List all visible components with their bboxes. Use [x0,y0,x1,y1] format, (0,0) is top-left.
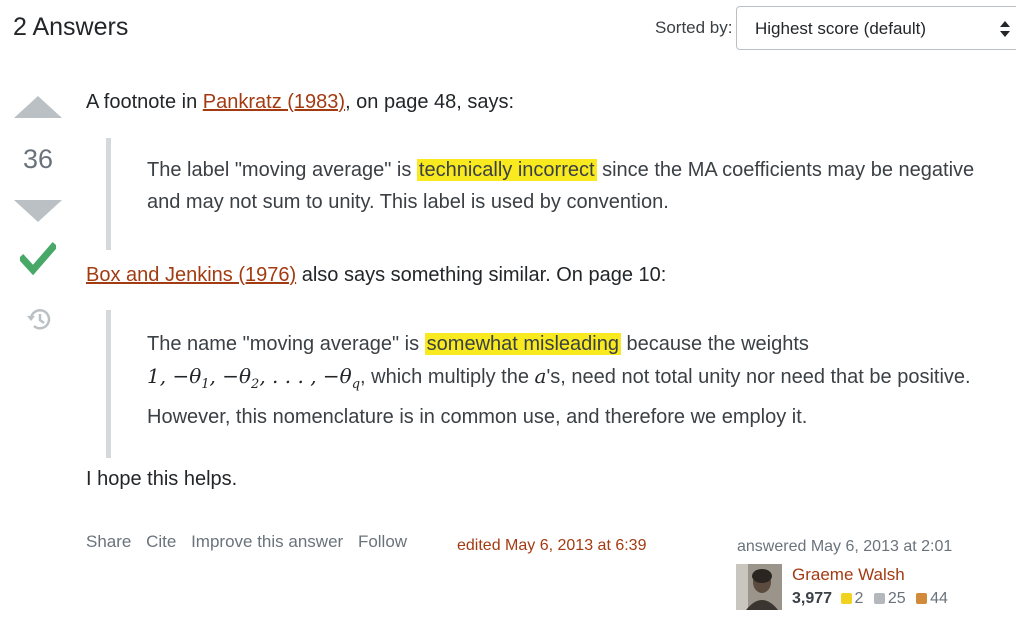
accepted-checkmark-icon [20,242,56,276]
follow-link[interactable]: Follow [358,532,407,551]
cite-link[interactable]: Cite [146,532,176,551]
paragraph-1: A footnote in Pankratz (1983), on page 4… [86,86,514,118]
gold-badge-icon [840,593,852,604]
highlight: somewhat misleading [424,333,621,355]
silver-badge-icon [873,593,885,604]
bronze-badge-icon [916,593,928,604]
quote-text: The label "moving average" is [147,159,417,181]
text: , on page 48, says: [345,91,515,113]
history-icon[interactable] [26,306,52,332]
quote-text: because the weights [621,333,809,355]
user-name-link[interactable]: Graeme Walsh [792,565,905,585]
math-part: 1, −θ [147,364,202,388]
text: A footnote in [86,91,203,113]
math-sub: q [351,377,361,392]
highlight: technically incorrect [416,159,597,181]
quote-text: The name "moving average" is [147,333,425,355]
math-part: , −θ [209,364,252,388]
sort-select[interactable]: Highest score (default) [736,6,1016,50]
silver-badge-count: 25 [887,590,906,607]
quote-text: , which multiply the [360,366,535,388]
vote-count: 36 [22,144,54,174]
bronze-badge-count: 44 [930,590,948,607]
user-stats: 3,977 2 25 44 [792,590,954,608]
answers-count-heading: 2 Answers [13,13,129,41]
improve-answer-link[interactable]: Improve this answer [191,532,343,551]
avatar-image [736,564,782,610]
blockquote-2: The name "moving average" is somewhat mi… [106,310,997,458]
share-link[interactable]: Share [86,532,131,551]
select-arrows-icon [1000,21,1010,37]
paragraph-2: Box and Jenkins (1976) also says somethi… [86,259,666,291]
pankratz-link[interactable]: Pankratz (1983) [203,91,345,113]
answered-timestamp: answered May 6, 2013 at 2:01 [737,538,953,555]
reputation: 3,977 [792,590,833,607]
downvote-button[interactable] [14,200,62,222]
paragraph-3: I hope this helps. [86,468,238,490]
sort-label: Sorted by: [655,18,733,37]
upvote-button[interactable] [14,96,62,118]
sort-select-value: Highest score (default) [755,19,927,38]
math-expression: 1, −θ1, −θ2, . . . , −θq [147,364,360,392]
math-symbol: a [534,364,547,388]
avatar[interactable] [736,564,782,610]
math-part: , . . . , −θ [259,364,352,388]
gold-badge-count: 2 [854,590,864,607]
post-menu: Share Cite Improve this answer Follow [86,532,417,552]
box-jenkins-link[interactable]: Box and Jenkins (1976) [86,264,296,286]
edited-timestamp[interactable]: edited May 6, 2013 at 6:39 [457,537,646,555]
text: also says something similar. On page 10: [296,264,667,286]
blockquote-1: The label "moving average" is technicall… [106,138,997,250]
math-sub: 1 [201,377,210,392]
